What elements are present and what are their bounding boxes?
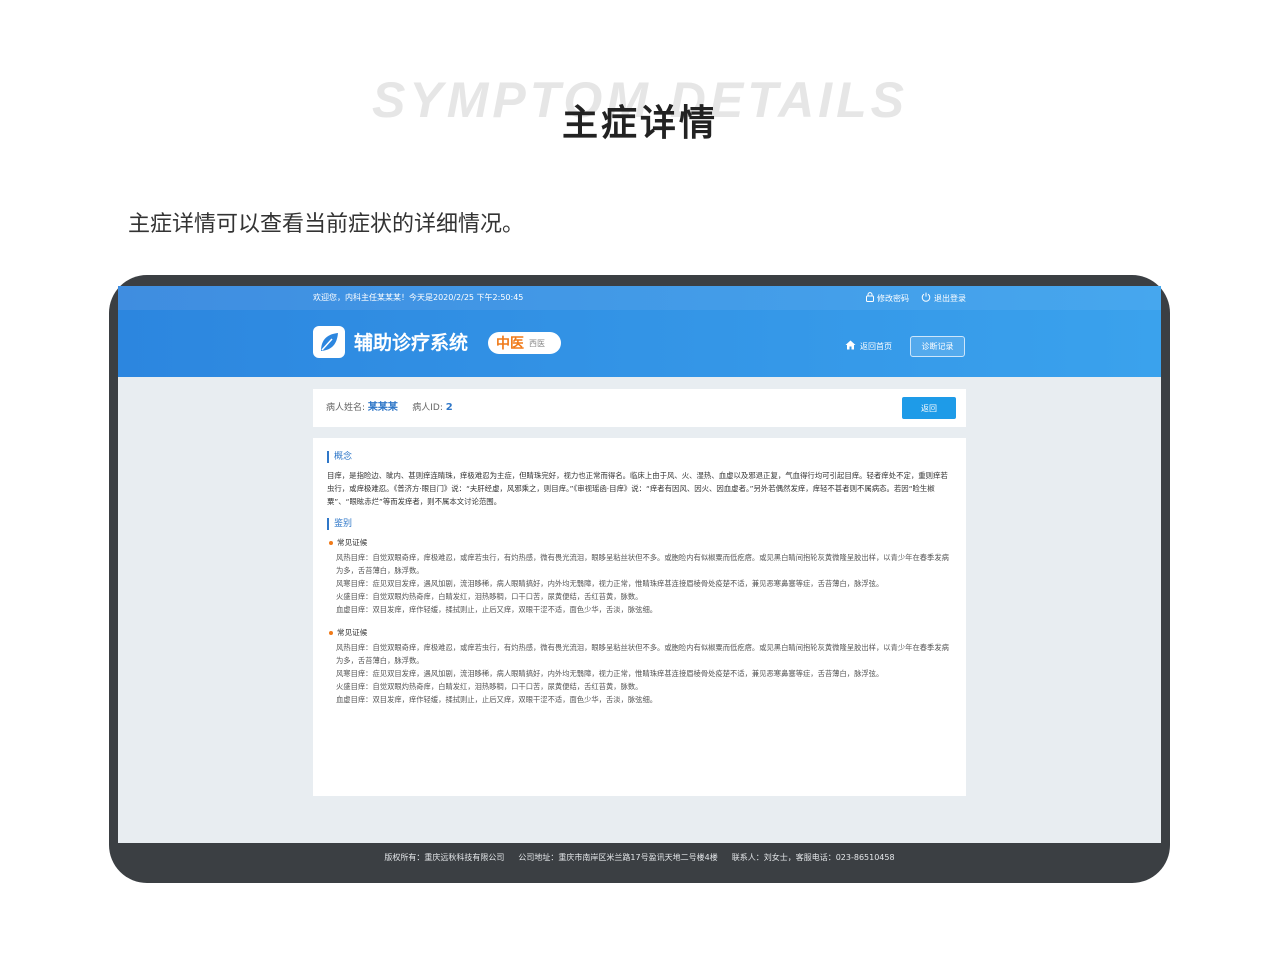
page-title: 主症详情 xyxy=(561,103,718,144)
top-bar-actions: 修改密码 退出登录 xyxy=(866,286,966,310)
concept-title: 概念 xyxy=(327,451,352,463)
logout-link[interactable]: 退出登录 xyxy=(921,292,966,304)
syndrome-line: 风寒目痒：症见双目发痒，遇风加剧，流泪眵稀，病人眼睛搞好，内外均无翳障，视力正常… xyxy=(336,669,884,678)
syndrome-line: 血虚目痒：双目发痒，痒作轻缓，揉拭则止，止后又痒，双眼干涩不适，面色少华，舌淡，… xyxy=(336,605,658,614)
syndrome-line: 火盛目痒：自觉双眼灼热奇痒，白睛发红，泪热眵稠，口干口苦，尿黄便结，舌红苔黄，脉… xyxy=(336,682,643,691)
diagnosis-records-button[interactable]: 诊断记录 xyxy=(910,336,965,357)
mode-western-tab[interactable]: 西医 xyxy=(529,338,545,349)
concept-text: 目痒，是指睑边、眦内、甚则痒连睛珠，痒极难忍为主症，但睛珠完好，视力也正常而得名… xyxy=(327,471,948,507)
welcome-text: 欢迎您，内科主任某某某！今天是2020/2/25 下午2:50:45 xyxy=(313,293,524,302)
lock-icon xyxy=(866,292,874,304)
patient-id: 2 xyxy=(445,402,453,413)
power-icon xyxy=(921,292,931,304)
syndrome-line: 风热目痒：自觉双眼奇痒，痒极难忍，或痒若虫行，有灼热感，微有畏光流泪，眼眵呈粘丝… xyxy=(336,643,949,666)
app-screen: 欢迎您，内科主任某某某！今天是2020/2/25 下午2:50:45 修改密码 … xyxy=(118,286,1161,843)
page-intro: 主症详情可以查看当前症状的详细情况。 xyxy=(128,212,525,237)
mode-tcm-tab[interactable]: 中医 xyxy=(496,333,524,353)
back-button[interactable]: 返回 xyxy=(902,397,956,419)
differentiation-title: 鉴别 xyxy=(327,518,352,530)
top-bar: 欢迎您，内科主任某某某！今天是2020/2/25 下午2:50:45 修改密码 … xyxy=(118,286,1161,310)
patient-info: 病人姓名: 某某某 病人ID: 2 xyxy=(326,389,453,427)
syndrome-line: 血虚目痒：双目发痒，痒作轻缓，揉拭则止，止后又痒，双眼干涩不适，面色少华，舌淡，… xyxy=(336,695,658,704)
footer-copyright: 版权所有：重庆远秋科技有限公司 xyxy=(384,852,505,862)
syndrome-group-title: 常见证候 xyxy=(329,627,367,639)
footer-address: 公司地址：重庆市南岸区米兰路17号盈讯天地二号楼4楼 xyxy=(518,852,718,862)
dot-icon xyxy=(329,631,333,635)
syndrome-group-label: 常见证候 xyxy=(337,538,368,547)
syndrome-line: 风热目痒：自觉双眼奇痒，痒极难忍，或痒若虫行，有灼热感，微有畏光流泪，眼眵呈粘丝… xyxy=(336,553,949,576)
syndrome-line: 风寒目痒：症见双目发痒，遇风加剧，流泪眵稀，病人眼睛搞好，内外均无翳障，视力正常… xyxy=(336,579,884,588)
syndrome-line: 火盛目痒：自觉双眼灼热奇痒，白睛发红，泪热眵稠，口干口苦，尿黄便结，舌红苔黄，脉… xyxy=(336,592,643,601)
mode-switch: 中医 西医 xyxy=(488,332,561,354)
home-icon xyxy=(845,340,856,352)
patient-id-label: 病人ID: xyxy=(412,403,443,413)
app-header: 辅助诊疗系统 中医 西医 返回首页 诊断记录 xyxy=(118,310,1161,377)
leaf-logo-icon xyxy=(313,326,345,358)
home-label: 返回首页 xyxy=(860,341,892,351)
logout-label: 退出登录 xyxy=(934,293,966,303)
change-password-link[interactable]: 修改密码 xyxy=(866,292,909,304)
patient-name: 某某某 xyxy=(367,402,398,413)
dot-icon xyxy=(329,541,333,545)
syndrome-group-label: 常见证候 xyxy=(337,628,368,637)
footer-contact: 联系人：刘女士，客服电话：023-86510458 xyxy=(731,852,895,862)
system-name: 辅助诊疗系统 xyxy=(354,332,469,354)
patient-name-label: 病人姓名: xyxy=(326,403,366,413)
home-link[interactable]: 返回首页 xyxy=(845,340,892,352)
app-footer: 版权所有：重庆远秋科技有限公司 公司地址：重庆市南岸区米兰路17号盈讯天地二号楼… xyxy=(118,843,1161,871)
change-password-label: 修改密码 xyxy=(877,293,909,303)
syndrome-group-title: 常见证候 xyxy=(329,537,367,549)
patient-info-card: 病人姓名: 某某某 病人ID: 2 返回 xyxy=(313,389,966,427)
symptom-detail-card: 概念 目痒，是指睑边、眦内、甚则痒连睛珠，痒极难忍为主症，但睛珠完好，视力也正常… xyxy=(313,438,966,796)
